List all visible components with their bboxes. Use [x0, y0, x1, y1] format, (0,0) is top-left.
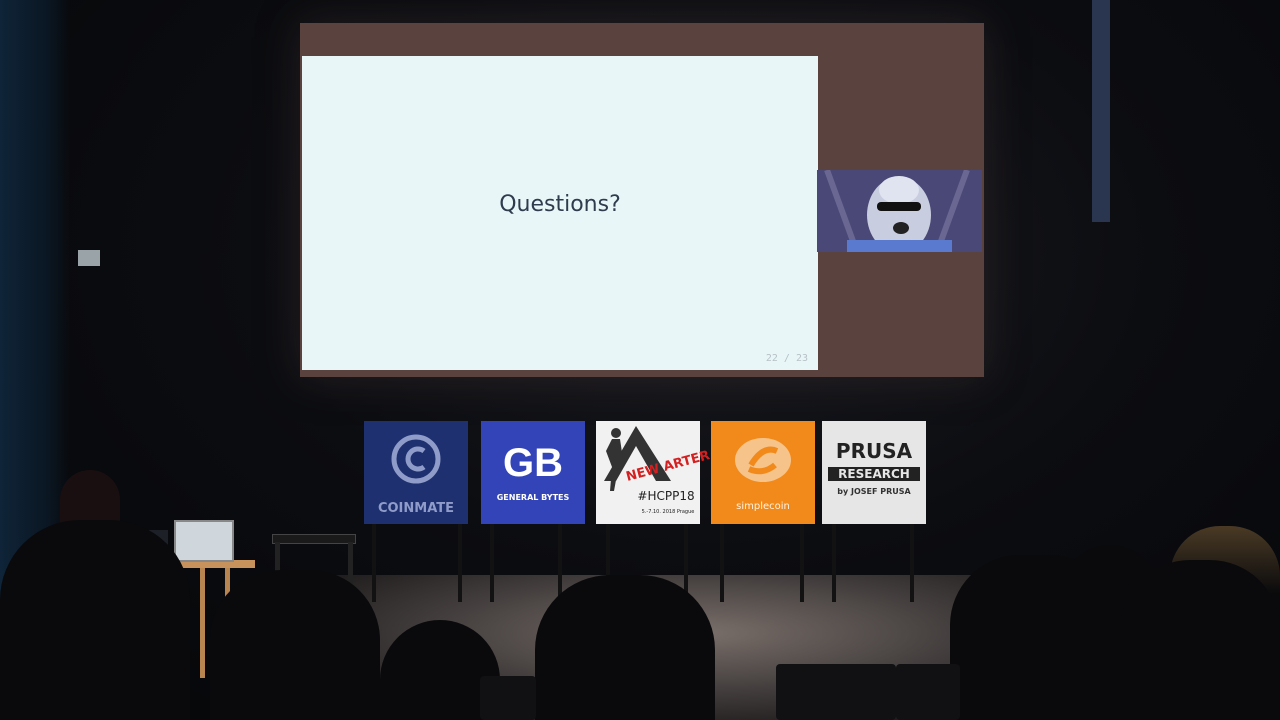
sponsor-banner-prusa-research: PRUSA RESEARCH by JOSEF PRUSA	[822, 421, 926, 524]
banner-stand	[558, 524, 562, 602]
hcpp-title: #HCPP18	[637, 489, 695, 503]
speaker-webcam-overlay	[817, 170, 982, 252]
laptop-screen	[174, 520, 234, 562]
banner-stand	[800, 524, 804, 602]
gb-logo: GB	[503, 441, 563, 485]
exit-sign	[78, 250, 100, 266]
slide-title: Questions?	[499, 192, 621, 217]
audience-member	[210, 570, 380, 720]
audience-member	[535, 575, 715, 720]
gb-subtitle: GENERAL BYTES	[496, 493, 570, 502]
hcpp-dates: 5.-7.10. 2018 Prague	[641, 509, 695, 515]
coinmate-logo-icon	[391, 434, 441, 484]
audience-chair	[480, 676, 536, 720]
prusa-subtitle: RESEARCH	[828, 467, 920, 481]
stage-side-table	[272, 534, 356, 544]
banner-stand	[458, 524, 462, 602]
presentation-slide: Questions? 22 / 23	[302, 56, 818, 370]
prusa-title: PRUSA	[835, 439, 913, 463]
coinmate-label: COINMATE	[377, 501, 455, 516]
masked-speaker-image	[817, 170, 982, 252]
audience-member	[1120, 560, 1280, 720]
sponsor-banner-coinmate: COINMATE	[364, 421, 468, 524]
prusa-byline: by JOSEF PRUSA	[837, 487, 911, 496]
desk-leg	[200, 568, 205, 678]
audience-member	[0, 520, 190, 720]
audience-chair	[896, 664, 960, 720]
audience-chair	[776, 664, 896, 720]
banner-stand	[372, 524, 376, 602]
banner-stand	[910, 524, 914, 602]
sponsor-banner-hcpp18: NEW ARTER #HCPP18 5.-7.10. 2018 Prague	[596, 421, 711, 524]
sponsor-banner-simplecoin: simplecoin	[711, 421, 815, 524]
banner-stand	[720, 524, 724, 602]
banner-stand	[490, 524, 494, 602]
sponsor-banner-general-bytes: GB GENERAL BYTES	[481, 421, 585, 524]
banner-stand	[832, 524, 836, 602]
simplecoin-label: simplecoin	[736, 501, 790, 512]
right-pillar	[1092, 0, 1110, 222]
slide-page-number: 22 / 23	[765, 353, 808, 364]
simplecoin-logo-icon	[735, 438, 791, 482]
